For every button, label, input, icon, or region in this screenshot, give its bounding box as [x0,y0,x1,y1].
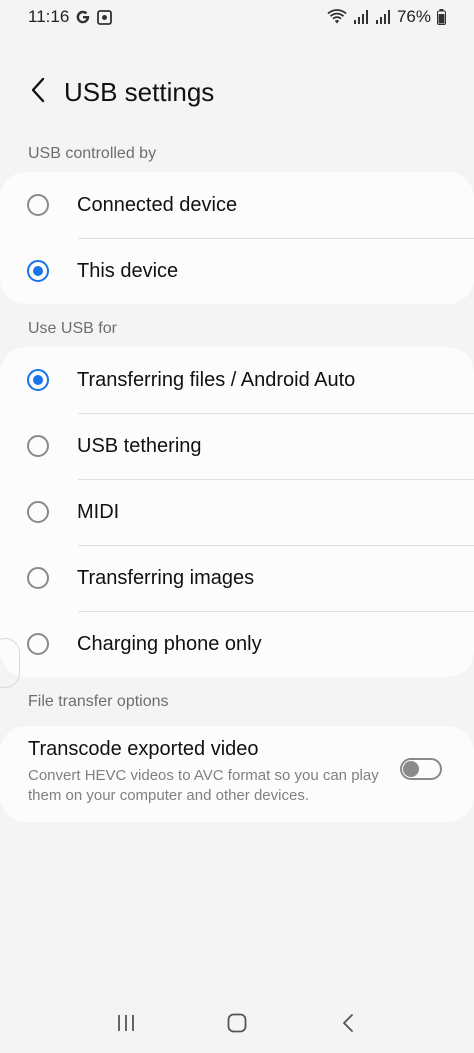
photo-icon [97,9,113,25]
radio-button[interactable] [27,501,49,523]
option-label: Connected device [77,193,238,216]
section-label-usb-controlled-by: USB controlled by [28,145,157,162]
option-transferring-images[interactable]: Transferring images [0,545,474,611]
option-label: This device [77,259,179,282]
option-label: MIDI [77,500,120,523]
option-label: Transferring images [77,566,255,589]
transcode-video-setting[interactable]: Transcode exported video Convert HEVC vi… [0,726,474,822]
google-icon [75,9,91,25]
recent-apps-icon [116,1014,136,1037]
option-midi[interactable]: MIDI [0,479,474,545]
radio-button-selected[interactable] [27,260,49,282]
nav-back-button[interactable] [328,1005,368,1045]
option-label: Transferring files / Android Auto [77,368,356,391]
usb-controlled-by-group: Connected device This device [0,172,474,304]
option-label: Charging phone only [77,632,262,655]
radio-button[interactable] [27,633,49,655]
option-charging-phone-only[interactable]: Charging phone only [0,611,474,677]
option-transferring-files[interactable]: Transferring files / Android Auto [0,347,474,413]
use-usb-for-group: Transferring files / Android Auto USB te… [0,347,474,677]
navigation-bar [0,1000,474,1050]
battery-icon [437,9,446,25]
home-icon [227,1013,247,1038]
radio-button[interactable] [27,567,49,589]
section-label-file-transfer-options: File transfer options [28,693,169,710]
status-bar: 11:16 76% [0,0,474,34]
status-time: 11:16 [28,7,70,26]
signal-icon [375,9,391,25]
option-usb-tethering[interactable]: USB tethering [0,413,474,479]
back-button[interactable] [18,72,58,112]
radio-button-selected[interactable] [27,369,49,391]
wifi-icon [327,9,347,25]
page-title: USB settings [64,76,215,107]
signal-icon [353,9,369,25]
chevron-left-icon [30,77,46,108]
battery-level: 76% [396,7,431,26]
toggle-knob [403,761,419,777]
back-icon [342,1013,354,1038]
app-header: USB settings [0,62,474,122]
home-button[interactable] [217,1005,257,1045]
transcode-toggle-switch[interactable] [400,758,442,780]
option-label: USB tethering [77,434,202,457]
edge-panel-handle[interactable] [0,638,20,688]
option-connected-device[interactable]: Connected device [0,172,474,238]
setting-title: Transcode exported video [28,738,259,760]
setting-description: Convert HEVC videos to AVC format so you… [28,767,379,804]
radio-button[interactable] [27,435,49,457]
section-label-use-usb-for: Use USB for [28,320,117,337]
radio-button[interactable] [27,194,49,216]
option-this-device[interactable]: This device [0,238,474,304]
recent-apps-button[interactable] [106,1005,146,1045]
